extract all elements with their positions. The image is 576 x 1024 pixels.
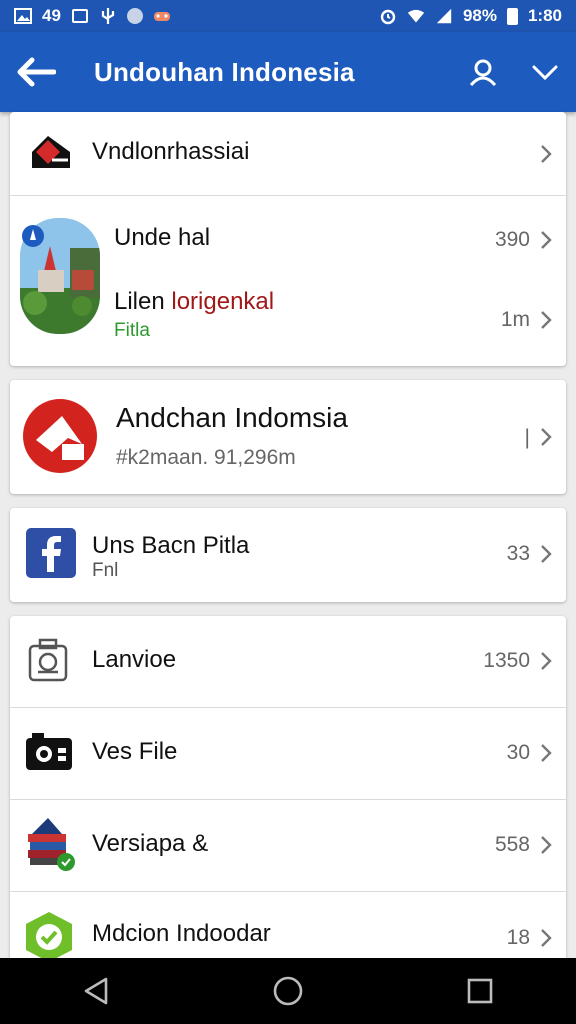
list-item[interactable]: Ves File 30 — [10, 708, 566, 800]
status-time: 1:80 — [527, 6, 562, 25]
wifi-icon — [407, 8, 425, 24]
chevron-right-icon — [541, 231, 552, 249]
nav-recents-button[interactable] — [450, 961, 510, 1021]
row-count: 1m — [500, 308, 530, 331]
app-bar: Undouhan Indonesia — [0, 32, 576, 112]
list-item[interactable]: Uns Bacn Pitla Fnl 33 — [10, 508, 566, 602]
battery-icon — [506, 7, 518, 25]
chevron-right-icon — [541, 545, 552, 563]
row-count: 30 — [506, 741, 530, 764]
shield-check-icon — [22, 910, 76, 964]
list-item[interactable]: Andchan Indomsia #k2maan. 91,296m | — [10, 380, 566, 494]
brand-logo-icon — [22, 398, 98, 474]
nav-back-button[interactable] — [66, 961, 126, 1021]
row-title-plain: Lilen — [114, 288, 172, 315]
page-title: Undouhan Indonesia — [94, 56, 355, 87]
account-button[interactable] — [452, 32, 514, 112]
list-item[interactable]: Vndlonrhassiai — [10, 112, 566, 196]
list-item-group[interactable]: Unde hal 390 Lilen lorigenkal Fitla 1m — [10, 196, 566, 366]
row-count: 558 — [494, 833, 530, 856]
chevron-right-icon — [541, 428, 552, 446]
row-count: 390 — [494, 228, 530, 251]
row-title: Andchan Indomsia — [116, 402, 348, 433]
battery-percent: 98% — [462, 6, 497, 25]
row-count: | — [524, 426, 530, 449]
game-notification-icon — [153, 8, 171, 24]
signal-icon — [435, 8, 453, 24]
books-icon — [22, 816, 78, 876]
row-count: 1350 — [483, 649, 530, 672]
system-nav-bar — [0, 958, 576, 1024]
circle-home-icon — [273, 976, 303, 1006]
row-title: Vndlonrhassiai — [92, 138, 250, 165]
facebook-icon — [26, 528, 76, 578]
list-item[interactable]: Mdcion Indoodar 18 — [10, 892, 566, 966]
card-4: Lanvioe 1350 Ves File 30 Versiapa & 558 … — [10, 616, 566, 966]
chevron-right-icon — [541, 311, 552, 329]
gallery-notification-icon — [14, 8, 32, 24]
temple-photo — [20, 218, 100, 334]
row-title: Lilen lorigenkal — [114, 288, 274, 316]
triangle-back-icon — [84, 977, 108, 1005]
chevron-right-icon — [541, 929, 552, 947]
camera-icon — [24, 730, 74, 774]
status-right: 98% 1:80 — [379, 6, 562, 26]
store-icon — [28, 130, 74, 176]
row-count: 18 — [506, 926, 530, 949]
back-arrow-icon — [17, 57, 56, 87]
row-subtitle: Fitla — [114, 320, 150, 341]
back-button[interactable] — [0, 32, 72, 112]
dropdown-button[interactable] — [514, 32, 576, 112]
chevron-right-icon — [541, 836, 552, 854]
status-bar: 49 98% 1:80 — [0, 0, 576, 32]
row-title: Versiapa & — [92, 830, 209, 857]
person-icon — [469, 59, 497, 87]
alarm-icon — [379, 8, 397, 25]
card-1: Vndlonrhassiai Unde hal 390 Lilen lorige… — [10, 112, 566, 366]
row-title: Mdcion Indoodar — [92, 920, 271, 947]
row-title: Ves File — [92, 738, 178, 765]
nav-home-button[interactable] — [258, 961, 318, 1021]
camera-outline-icon — [26, 636, 70, 684]
usb-icon — [99, 8, 117, 24]
row-count: 33 — [506, 542, 530, 565]
row-title: Uns Bacn Pitla — [92, 532, 250, 559]
row-subtitle: #k2maan. 91,296m — [116, 446, 296, 469]
chevron-right-icon — [541, 652, 552, 670]
card-2: Andchan Indomsia #k2maan. 91,296m | — [10, 380, 566, 494]
chevron-right-icon — [541, 744, 552, 762]
status-left: 49 — [14, 6, 171, 26]
status-left-text: 49 — [42, 6, 61, 25]
app-notification-icon — [126, 8, 143, 24]
row-subtitle: Fnl — [92, 560, 119, 581]
list-item[interactable]: Versiapa & 558 — [10, 800, 566, 892]
chevron-right-icon — [541, 145, 552, 163]
list-item[interactable]: Lanvioe 1350 — [10, 616, 566, 708]
card-3: Uns Bacn Pitla Fnl 33 — [10, 508, 566, 602]
image-notification-icon — [71, 8, 89, 24]
square-recents-icon — [467, 978, 493, 1004]
row-title: Lanvioe — [92, 646, 177, 673]
row-title: Unde hal — [114, 224, 211, 251]
row-title-highlight: lorigenkal — [171, 288, 275, 315]
chevron-down-icon — [532, 65, 558, 81]
